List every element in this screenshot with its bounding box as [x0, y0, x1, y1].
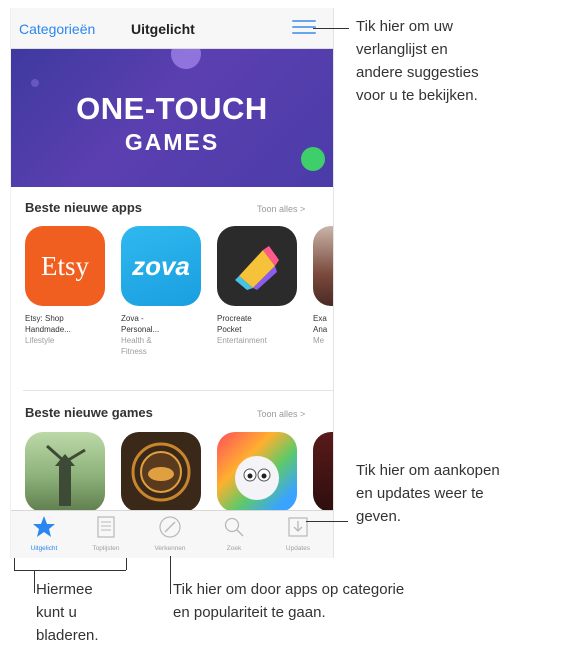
- app-tile-procreate[interactable]: Procreate Pocket Entertainment: [217, 226, 301, 346]
- callout-bracket: [14, 558, 15, 570]
- app-tile-zova[interactable]: zova Zova - Personal... Health & Fitness: [121, 226, 205, 357]
- section-title-new-games: Beste nieuwe games: [25, 405, 153, 420]
- procreate-logo-icon: [235, 246, 279, 290]
- app-tile-partial[interactable]: Exa Ana Me: [313, 226, 333, 346]
- callout-leader-line: [170, 556, 171, 594]
- partial-game-icon: [313, 432, 333, 512]
- see-all-apps-link[interactable]: Toon alles >: [257, 204, 305, 214]
- tab-featured-bottom[interactable]: Uitgelicht: [19, 515, 69, 552]
- nav-bar: Categorieën Uitgelicht: [11, 8, 333, 49]
- callout-browse: Hiermee kunt u bladeren.: [36, 581, 99, 644]
- etsy-app-icon: Etsy: [25, 226, 105, 306]
- tab-label: Toplijsten: [92, 545, 120, 552]
- partial-app-icon: [313, 226, 333, 306]
- featured-banner[interactable]: ONE-TOUCH GAMES: [11, 49, 333, 187]
- game-tile[interactable]: [217, 432, 301, 512]
- zova-app-icon: zova: [121, 226, 201, 306]
- banner-decoration: [171, 49, 201, 69]
- game-emblem-icon: [131, 442, 191, 502]
- procreate-app-icon: [217, 226, 297, 306]
- banner-decoration: [31, 79, 39, 87]
- app-tile-etsy[interactable]: Etsy Etsy: Shop Handmade... Lifestyle: [25, 226, 109, 346]
- app-name: Etsy: Shop Handmade...: [25, 314, 71, 334]
- tab-categories[interactable]: Categorieën: [19, 21, 95, 37]
- tab-explore[interactable]: Verkennen: [145, 515, 195, 552]
- tab-label: Updates: [285, 545, 311, 552]
- tab-search[interactable]: Zoek: [209, 515, 259, 552]
- search-icon: [222, 515, 246, 539]
- callout-wishlist: Tik hier om uw verlanglijst en andere su…: [356, 18, 479, 104]
- tab-label: Verkennen: [154, 545, 186, 552]
- windmill-tower-icon: [46, 444, 86, 506]
- tab-featured[interactable]: Uitgelicht: [131, 21, 195, 37]
- callout-categories: Tik hier om door apps op categorie en po…: [173, 581, 405, 621]
- star-icon: [32, 515, 56, 539]
- tab-label: Uitgelicht: [30, 545, 58, 552]
- section-title-new-apps: Beste nieuwe apps: [25, 200, 143, 215]
- banner-subtitle: GAMES: [124, 129, 220, 155]
- game-tile-partial[interactable]: [313, 432, 333, 512]
- tab-top-charts[interactable]: Toplijsten: [81, 515, 131, 552]
- download-icon: [286, 515, 310, 539]
- tab-label: Zoek: [226, 545, 242, 552]
- etsy-logo: Etsy: [40, 250, 89, 281]
- callout-bracket: [126, 558, 127, 570]
- compass-icon: [158, 515, 182, 539]
- app-name: Procreate Pocket: [217, 314, 252, 334]
- callout-updates: Tik hier om aankopen en updates weer te …: [356, 462, 500, 525]
- app-category: Lifestyle: [25, 336, 55, 345]
- game-app-icon: [121, 432, 201, 512]
- app-name: Zova - Personal...: [121, 314, 160, 334]
- game-tile[interactable]: [121, 432, 205, 512]
- callout-leader-line: [34, 571, 35, 593]
- app-category: Me: [313, 336, 325, 345]
- callout-leader-line: [306, 521, 348, 522]
- game-app-icon: [25, 432, 105, 512]
- wishlist-icon[interactable]: [292, 20, 316, 38]
- app-category: Entertainment: [217, 336, 267, 345]
- app-store-screen: Categorieën Uitgelicht ONE-TOUCH GAMES B…: [10, 8, 334, 558]
- game-tile[interactable]: [25, 432, 109, 512]
- app-name: Exa Ana: [313, 314, 328, 334]
- tab-bar: Uitgelicht Toplijsten Verkennen Zoek Upd…: [11, 510, 333, 558]
- callout-bracket: [14, 570, 126, 571]
- zova-logo: zova: [132, 250, 190, 281]
- list-icon: [94, 515, 118, 539]
- section-divider: [23, 390, 333, 391]
- game-app-icon: [217, 432, 297, 512]
- character-face-icon: [235, 456, 279, 500]
- see-all-games-link[interactable]: Toon alles >: [257, 409, 305, 419]
- banner-title: ONE-TOUCH: [76, 91, 268, 126]
- app-category: Health & Fitness: [121, 336, 152, 356]
- callout-leader-line: [313, 28, 349, 29]
